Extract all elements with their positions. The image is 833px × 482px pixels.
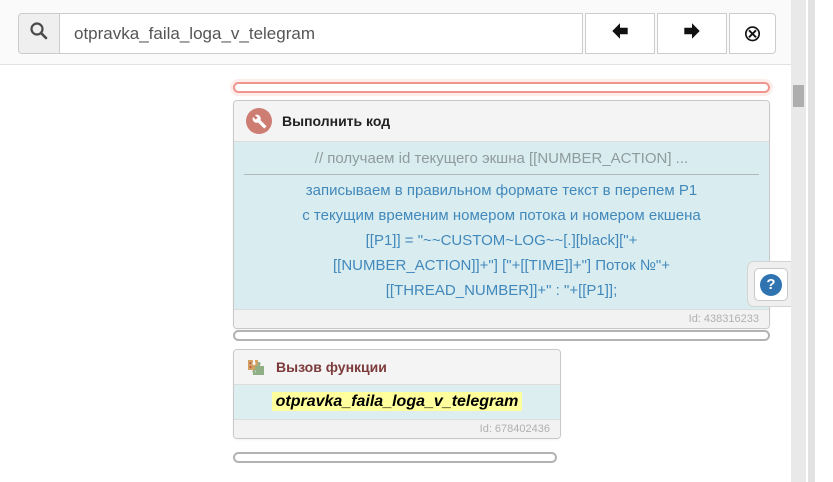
function-call-body: otpravka_faila_loga_v_telegram <box>234 385 560 419</box>
window-edge-strip <box>808 0 815 482</box>
code-line: [[P1]] = "~~CUSTOM~LOG~~[.][black]["+ <box>365 232 638 249</box>
arrow-left-icon <box>609 20 631 47</box>
circled-x-icon: ⊗ <box>742 20 763 46</box>
execute-code-id-label: Id: 438316233 <box>234 309 769 328</box>
find-previous-button[interactable] <box>585 13 655 54</box>
arrow-right-icon <box>681 20 703 47</box>
function-name: otpravka_faila_loga_v_telegram <box>271 392 523 411</box>
find-next-button[interactable] <box>657 13 727 54</box>
code-line: с текущим временим номером потока и номе… <box>302 207 701 224</box>
search-icon <box>28 20 50 47</box>
drop-target[interactable] <box>233 330 770 341</box>
code-line: [[NUMBER_ACTION]]+"] ["+[[TIME]]+"] Пото… <box>332 257 671 274</box>
search-input[interactable] <box>60 13 583 54</box>
puzzle-icon <box>246 357 266 377</box>
vertical-scrollbar[interactable] <box>791 0 806 482</box>
search-group: ⊗ <box>18 13 776 54</box>
code-line: [[THREAD_NUMBER]]+" : "+[[P1]]; <box>385 282 618 299</box>
help-button[interactable]: ? <box>754 268 788 301</box>
function-call-header[interactable]: Вызов функции <box>234 350 560 385</box>
drop-indicator-active[interactable] <box>233 82 770 93</box>
execute-code-header[interactable]: Выполнить код <box>234 101 769 142</box>
code-divider <box>244 174 759 175</box>
action-card-function-call[interactable]: Вызов функции otpravka_faila_loga_v_tele… <box>233 349 561 439</box>
function-call-id-label: Id: 678402436 <box>234 419 560 438</box>
question-mark-icon: ? <box>760 273 782 296</box>
code-preview: // получаем id текущего экшна [[NUMBER_A… <box>234 142 769 309</box>
execute-code-title: Выполнить код <box>282 113 391 129</box>
search-toolbar: ⊗ <box>0 0 791 65</box>
drop-target[interactable] <box>233 452 557 463</box>
scrollbar-thumb[interactable] <box>793 85 804 107</box>
search-button[interactable] <box>18 13 60 54</box>
wrench-icon <box>246 108 272 134</box>
close-search-button[interactable]: ⊗ <box>729 13 776 54</box>
function-call-title: Вызов функции <box>276 359 387 375</box>
code-line: записываем в правильном формате текст в … <box>305 182 698 199</box>
code-comment-line: // получаем id текущего экшна [[NUMBER_A… <box>314 150 689 167</box>
action-card-execute-code[interactable]: Выполнить код // получаем id текущего эк… <box>233 100 770 329</box>
